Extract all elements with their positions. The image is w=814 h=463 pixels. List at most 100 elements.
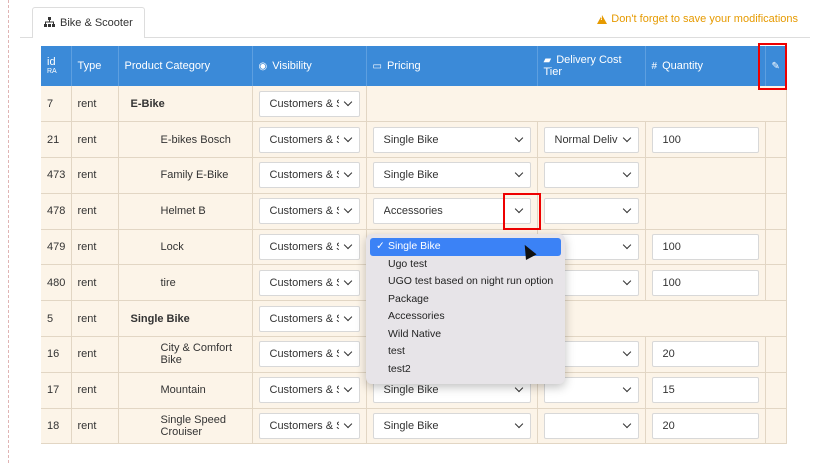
col-id-label: id [47, 56, 56, 68]
dropdown-option[interactable]: Ugo test [370, 256, 561, 274]
delivery-select[interactable] [543, 198, 639, 225]
pricing-select-cell: Single Bike [366, 121, 538, 159]
visibility-select[interactable]: Customers & S [258, 377, 360, 404]
pricing-select-cell: Single Bike [366, 408, 538, 445]
visibility-select[interactable]: Customers & S [258, 126, 360, 153]
quantity-input[interactable]: 100 [651, 234, 759, 261]
pricing-select[interactable]: Single Bike [372, 413, 531, 440]
col-quantity[interactable]: # Quantity [645, 46, 766, 86]
eye-icon: ◉ [258, 61, 268, 72]
table-row: 7 rent E-Bike Customers & S [41, 86, 787, 123]
pricing-select-value: Single Bike [383, 420, 439, 433]
truck-icon: ▰ [543, 55, 552, 66]
dropdown-option-label: Accessories [388, 310, 445, 322]
dropdown-option-label: test2 [388, 362, 411, 375]
pricing-select[interactable]: Single Bike [372, 162, 531, 189]
row-id: 16 [41, 336, 72, 373]
dropdown-option-label: Package [388, 292, 429, 305]
highlight-pricing-chevron [503, 193, 541, 230]
row-id: 480 [41, 264, 72, 302]
visibility-select[interactable]: Customers & S [258, 269, 360, 296]
col-id[interactable]: id RA [41, 46, 72, 86]
pricing-select-cell: Single Bike [366, 157, 538, 194]
table-row: 21 rent E-bikes Bosch Customers & S Single B… [41, 121, 787, 159]
visibility-select-value: Customers & S [269, 97, 339, 110]
edit-cell [765, 408, 787, 445]
money-icon: ▭ [372, 61, 382, 72]
visibility-select[interactable]: Customers & S [258, 90, 360, 117]
quantity-cell: 100 [645, 264, 766, 302]
col-id-sub: RA [47, 68, 57, 75]
dropdown-option-label: Ugo test [388, 257, 428, 270]
tab-label: Bike & Scooter [60, 17, 133, 29]
quantity-cell: 20 [645, 336, 766, 373]
quantity-input[interactable]: 100 [651, 126, 759, 153]
quantity-cell [645, 157, 766, 194]
dropdown-option-label: test [388, 345, 405, 357]
chevron-down-icon [622, 169, 631, 178]
visibility-select[interactable]: Customers & S [258, 198, 360, 225]
row-category-name: Single Bike [118, 300, 253, 338]
delivery-select[interactable]: Normal Delive [543, 126, 639, 153]
visibility-select-cell: Customers & S [252, 336, 367, 373]
chevron-down-icon [343, 240, 352, 250]
row-id: 478 [41, 193, 72, 230]
visibility-select[interactable]: Customers & S [258, 162, 360, 189]
chevron-down-icon [514, 169, 523, 178]
row-type: rent [71, 300, 119, 338]
chevron-down-icon [622, 348, 631, 357]
warning-icon [597, 14, 608, 24]
quantity-cell: 20 [645, 408, 766, 445]
visibility-select-cell: Customers & S [252, 372, 367, 409]
col-visibility[interactable]: ◉ Visibility [252, 46, 367, 86]
quantity-cell: 100 [645, 229, 766, 266]
visibility-select-value: Customers & S [269, 169, 339, 182]
chevron-down-icon [343, 169, 352, 178]
edit-cell [765, 229, 787, 266]
quantity-cell: 15 [645, 372, 766, 409]
visibility-select-cell: Customers & S [252, 264, 367, 302]
pricing-dropdown-menu: ✓ Single Bike Ugo test UGO test based on ni… [366, 234, 565, 384]
visibility-select-cell: Customers & S [252, 121, 367, 159]
col-pricing[interactable]: ▭ Pricing [366, 46, 538, 86]
visibility-select[interactable]: Customers & S [258, 305, 360, 332]
delivery-select[interactable] [543, 413, 639, 440]
quantity-input[interactable]: 15 [651, 377, 759, 404]
quantity-input[interactable]: 20 [651, 413, 759, 440]
col-category[interactable]: Product Category [118, 46, 253, 86]
quantity-input[interactable]: 20 [651, 341, 759, 368]
row-id: 5 [41, 300, 72, 338]
table-row: 473 rent Family E-Bike Customers & S Single … [41, 157, 787, 194]
tab-bike-scooter[interactable]: Bike & Scooter [32, 7, 145, 38]
quantity-input[interactable]: 100 [651, 269, 759, 296]
edit-cell [765, 264, 787, 302]
dropdown-option[interactable]: Wild Native [370, 326, 561, 344]
delivery-select-cell [537, 193, 646, 230]
row-id: 479 [41, 229, 72, 266]
pricing-select[interactable]: Single Bike [372, 126, 531, 153]
row-id: 7 [41, 86, 72, 123]
visibility-select[interactable]: Customers & S [258, 341, 360, 368]
dropdown-option[interactable]: Package [370, 291, 561, 309]
dropdown-option[interactable]: test2 [370, 361, 561, 379]
visibility-select-cell: Customers & S [252, 229, 367, 266]
col-delivery[interactable]: ▰ Delivery Cost Tier [537, 46, 646, 86]
dropdown-option[interactable]: UGO test based on night run option [370, 273, 561, 291]
visibility-select-cell: Customers & S [252, 193, 367, 230]
dropdown-option[interactable]: Accessories [370, 308, 561, 326]
visibility-select[interactable]: Customers & S [258, 413, 360, 440]
col-type[interactable]: Type [71, 46, 119, 86]
chevron-down-icon [343, 133, 352, 142]
row-id: 21 [41, 121, 72, 159]
row-type: rent [71, 372, 119, 409]
chevron-down-icon [343, 276, 352, 286]
dropdown-option[interactable]: test [370, 343, 561, 361]
delivery-select[interactable] [543, 162, 639, 189]
edit-cell [765, 121, 787, 159]
chevron-down-icon [343, 419, 352, 429]
visibility-select[interactable]: Customers & S [258, 234, 360, 261]
visibility-select-value: Customers & S [269, 241, 339, 254]
visibility-select-cell: Customers & S [252, 86, 367, 123]
row-id: 473 [41, 157, 72, 194]
row-type: rent [71, 121, 119, 159]
